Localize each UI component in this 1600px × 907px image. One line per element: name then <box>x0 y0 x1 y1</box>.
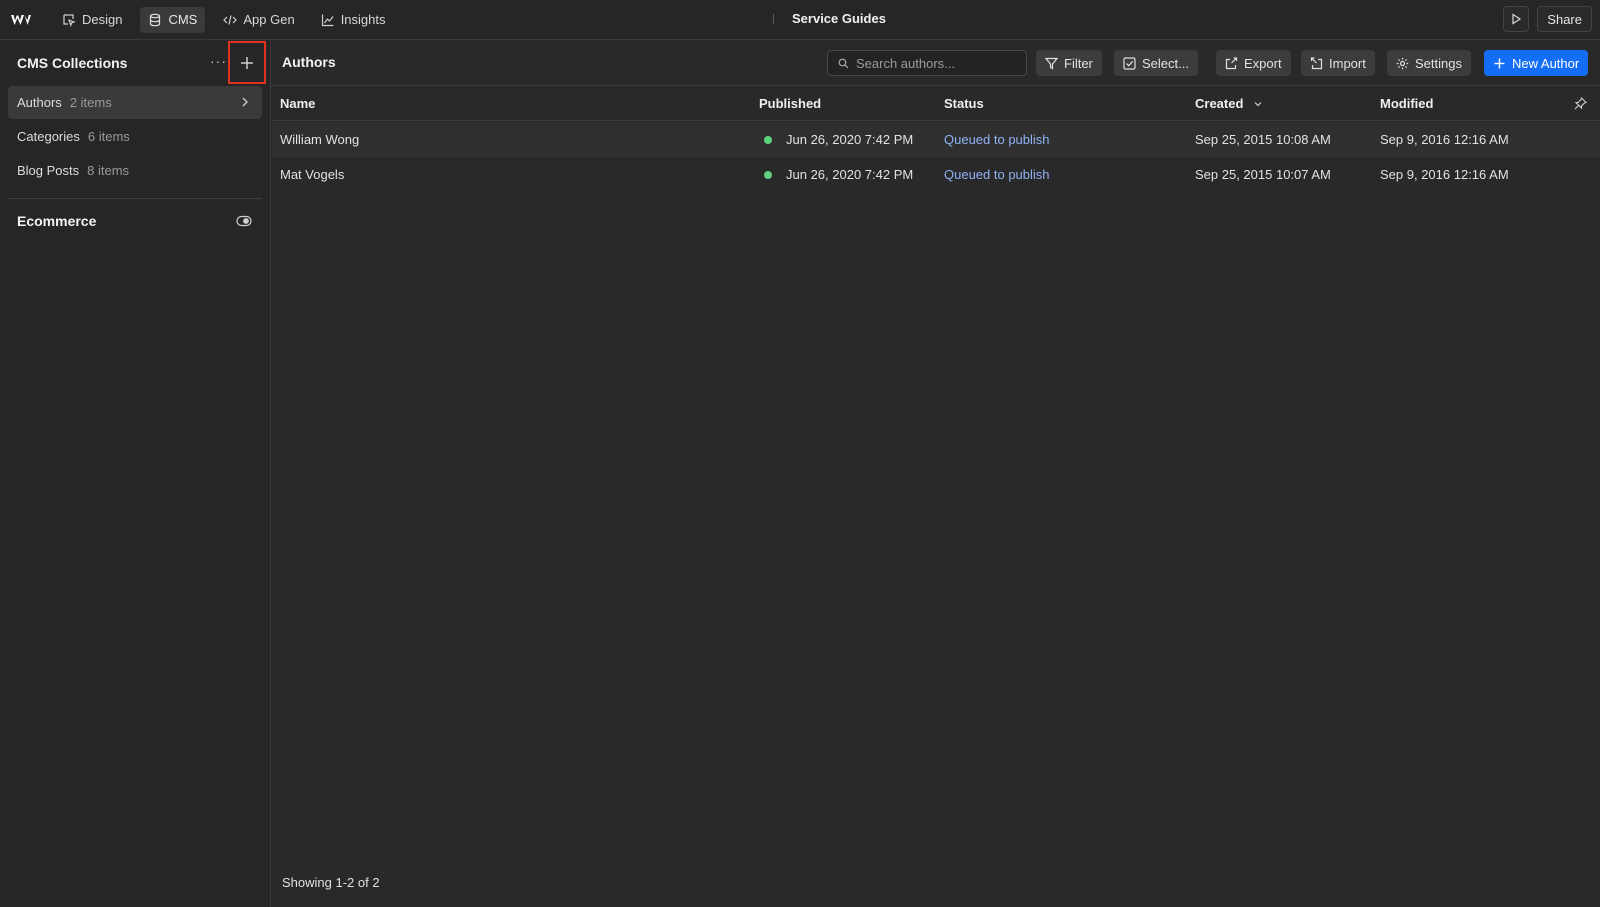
export-icon <box>1225 56 1238 69</box>
cell-name: Mat Vogels <box>280 167 345 182</box>
cell-published: Jun 26, 2020 7:42 PM <box>786 167 914 182</box>
cell-modified: Sep 9, 2016 12:16 AM <box>1380 132 1509 147</box>
search-icon <box>838 58 849 68</box>
new-author-button[interactable]: New Author <box>1484 50 1589 76</box>
main-panel: Authors Filter Select... Export <box>272 41 1600 907</box>
plus-icon <box>241 56 253 69</box>
filter-label: Filter <box>1064 55 1093 71</box>
sidebar-item-authors[interactable]: Authors 2 items <box>8 86 262 119</box>
share-button[interactable]: Share <box>1537 6 1592 32</box>
import-label: Import <box>1329 55 1366 71</box>
ecommerce-title: Ecommerce <box>17 213 97 229</box>
sidebar-item-categories[interactable]: Categories 6 items <box>8 120 262 153</box>
sidebar-header: CMS Collections ··· <box>0 41 270 85</box>
cell-status[interactable]: Queued to publish <box>944 167 1050 182</box>
table-header: Name Published Status Created Modified <box>272 86 1600 121</box>
cell-created: Sep 25, 2015 10:08 AM <box>1195 132 1331 147</box>
tab-design[interactable]: Design <box>54 7 130 33</box>
collection-toolbar: Authors Filter Select... Export <box>272 41 1600 86</box>
pagination-summary: Showing 1-2 of 2 <box>282 875 380 890</box>
sidebar-item-label: Authors <box>17 95 62 110</box>
select-button[interactable]: Select... <box>1114 50 1198 76</box>
more-options-icon[interactable]: ··· <box>210 53 227 69</box>
sidebar-item-count: 8 items <box>87 163 130 178</box>
sidebar-title: CMS Collections <box>17 55 128 71</box>
database-icon <box>150 13 161 26</box>
tab-insights[interactable]: Insights <box>313 7 394 33</box>
add-collection-button[interactable] <box>228 41 266 84</box>
column-header-name[interactable]: Name <box>280 96 315 111</box>
chevron-right-icon <box>242 97 248 107</box>
tab-insights-label: Insights <box>340 12 386 27</box>
cell-created: Sep 25, 2015 10:07 AM <box>1195 167 1331 182</box>
webflow-logo-icon[interactable] <box>10 13 32 27</box>
play-icon <box>1512 13 1522 25</box>
visibility-toggle-icon[interactable] <box>236 215 252 227</box>
sidebar-item-count: 2 items <box>69 95 112 110</box>
tab-cms[interactable]: CMS <box>140 6 206 33</box>
sidebar-item-blog-posts[interactable]: Blog Posts 8 items <box>8 154 262 187</box>
cell-name: William Wong <box>280 132 360 147</box>
cms-collections-sidebar: CMS Collections ··· Authors 2 items Cate… <box>0 41 271 907</box>
published-status-dot <box>764 136 772 144</box>
table-row[interactable]: Mat Vogels Jun 26, 2020 7:42 PM Queued t… <box>272 157 1600 192</box>
filter-icon <box>1045 57 1058 69</box>
import-button[interactable]: Import <box>1301 50 1375 76</box>
settings-label: Settings <box>1415 55 1462 71</box>
export-button[interactable]: Export <box>1216 50 1291 76</box>
select-label: Select... <box>1142 55 1189 71</box>
column-header-created-label: Created <box>1195 96 1244 111</box>
checkbox-icon <box>1123 56 1136 70</box>
project-title: Service Guides <box>792 11 886 26</box>
tab-cms-label: CMS <box>168 12 198 27</box>
plus-icon <box>1494 58 1505 68</box>
cell-status[interactable]: Queued to publish <box>944 132 1050 147</box>
page-title: Authors <box>282 54 336 70</box>
sidebar-divider <box>8 198 262 199</box>
import-icon <box>1310 56 1323 69</box>
chart-icon <box>321 14 334 26</box>
pin-icon[interactable] <box>1574 97 1587 110</box>
cell-published: Jun 26, 2020 7:42 PM <box>786 132 914 147</box>
tab-app-gen[interactable]: App Gen <box>215 7 302 33</box>
column-header-modified[interactable]: Modified <box>1380 96 1433 111</box>
sidebar-item-label: Categories <box>17 129 80 144</box>
cell-modified: Sep 9, 2016 12:16 AM <box>1380 167 1509 182</box>
sidebar-item-label: Blog Posts <box>17 163 80 178</box>
preview-button[interactable] <box>1503 6 1530 32</box>
tab-app-gen-label: App Gen <box>243 12 295 27</box>
top-bar: Design CMS App Gen Insights Service Guid… <box>0 0 1600 40</box>
gear-icon <box>1396 57 1409 69</box>
search-input[interactable] <box>856 55 1016 71</box>
filter-button[interactable]: Filter <box>1036 50 1102 76</box>
code-icon <box>223 14 238 25</box>
export-label: Export <box>1244 55 1282 71</box>
published-status-dot <box>764 171 772 179</box>
search-box[interactable] <box>827 50 1027 76</box>
column-header-status[interactable]: Status <box>944 96 984 111</box>
table-row[interactable]: William Wong Jun 26, 2020 7:42 PM Queued… <box>272 122 1600 157</box>
column-header-created[interactable]: Created <box>1195 96 1263 111</box>
project-divider <box>773 14 774 24</box>
settings-button[interactable]: Settings <box>1387 50 1471 76</box>
sort-descending-icon <box>1254 102 1262 107</box>
tab-design-label: Design <box>82 12 123 27</box>
new-author-label: New Author <box>1512 55 1580 71</box>
design-cursor-icon <box>63 13 76 27</box>
sidebar-item-count: 6 items <box>87 129 130 144</box>
column-header-published[interactable]: Published <box>759 96 821 111</box>
